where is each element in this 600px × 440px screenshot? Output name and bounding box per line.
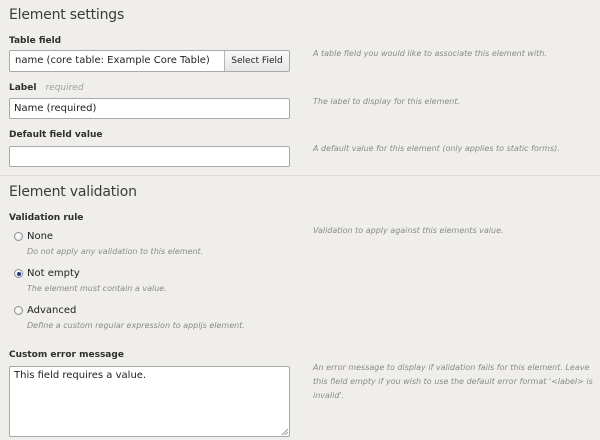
label-field-label-text: Label (9, 83, 37, 93)
error-message-help: An error message to display if validatio… (313, 361, 593, 403)
validation-rule-label: Validation rule (9, 213, 84, 223)
radio-none-description: Do not apply any validation to this elem… (27, 247, 204, 256)
required-hint: required (45, 83, 84, 93)
error-message-help-line-2: this field empty if you wish to use the … (313, 377, 593, 386)
element-validation-title: Element validation (9, 184, 137, 200)
element-settings-title: Element settings (9, 7, 125, 23)
table-field-label: Table field (9, 36, 62, 46)
label-field-help: The label to display for this element. (313, 97, 461, 106)
error-message-textarea[interactable]: This field requires a value. (9, 366, 290, 437)
label-input[interactable]: Name (required) (9, 98, 290, 119)
error-message-help-line-3: invalid'. (313, 391, 345, 400)
error-message-label: Custom error message (9, 350, 124, 360)
default-value-input[interactable] (9, 146, 290, 167)
label-field-label: Label required (9, 83, 84, 93)
radio-advanced-description: Define a custom regular expression to ap… (27, 321, 245, 330)
table-field-group: name (core table: Example Core Table) Se… (9, 50, 290, 72)
radio-none-label[interactable]: None (27, 231, 53, 242)
radio-not-empty-description: The element must contain a value. (27, 284, 167, 293)
default-value-label: Default field value (9, 130, 103, 140)
validation-rule-help: Validation to apply against this element… (313, 226, 504, 235)
radio-not-empty-icon[interactable] (14, 269, 23, 278)
radio-option-not-empty[interactable]: Not empty (14, 268, 80, 279)
radio-not-empty-label[interactable]: Not empty (27, 268, 80, 279)
radio-advanced-label[interactable]: Advanced (27, 305, 76, 316)
table-field-help: A table field you would like to associat… (313, 49, 547, 58)
section-divider (0, 175, 600, 176)
select-field-button[interactable]: Select Field (224, 51, 289, 71)
radio-advanced-icon[interactable] (14, 306, 23, 315)
radio-option-advanced[interactable]: Advanced (14, 305, 76, 316)
table-field-input[interactable]: name (core table: Example Core Table) (10, 51, 224, 71)
error-message-help-line-1: An error message to display if validatio… (313, 363, 590, 372)
default-value-help: A default value for this element (only a… (313, 144, 560, 153)
resize-grip-icon[interactable] (281, 428, 289, 436)
radio-none-icon[interactable] (14, 232, 23, 241)
radio-option-none[interactable]: None (14, 231, 53, 242)
